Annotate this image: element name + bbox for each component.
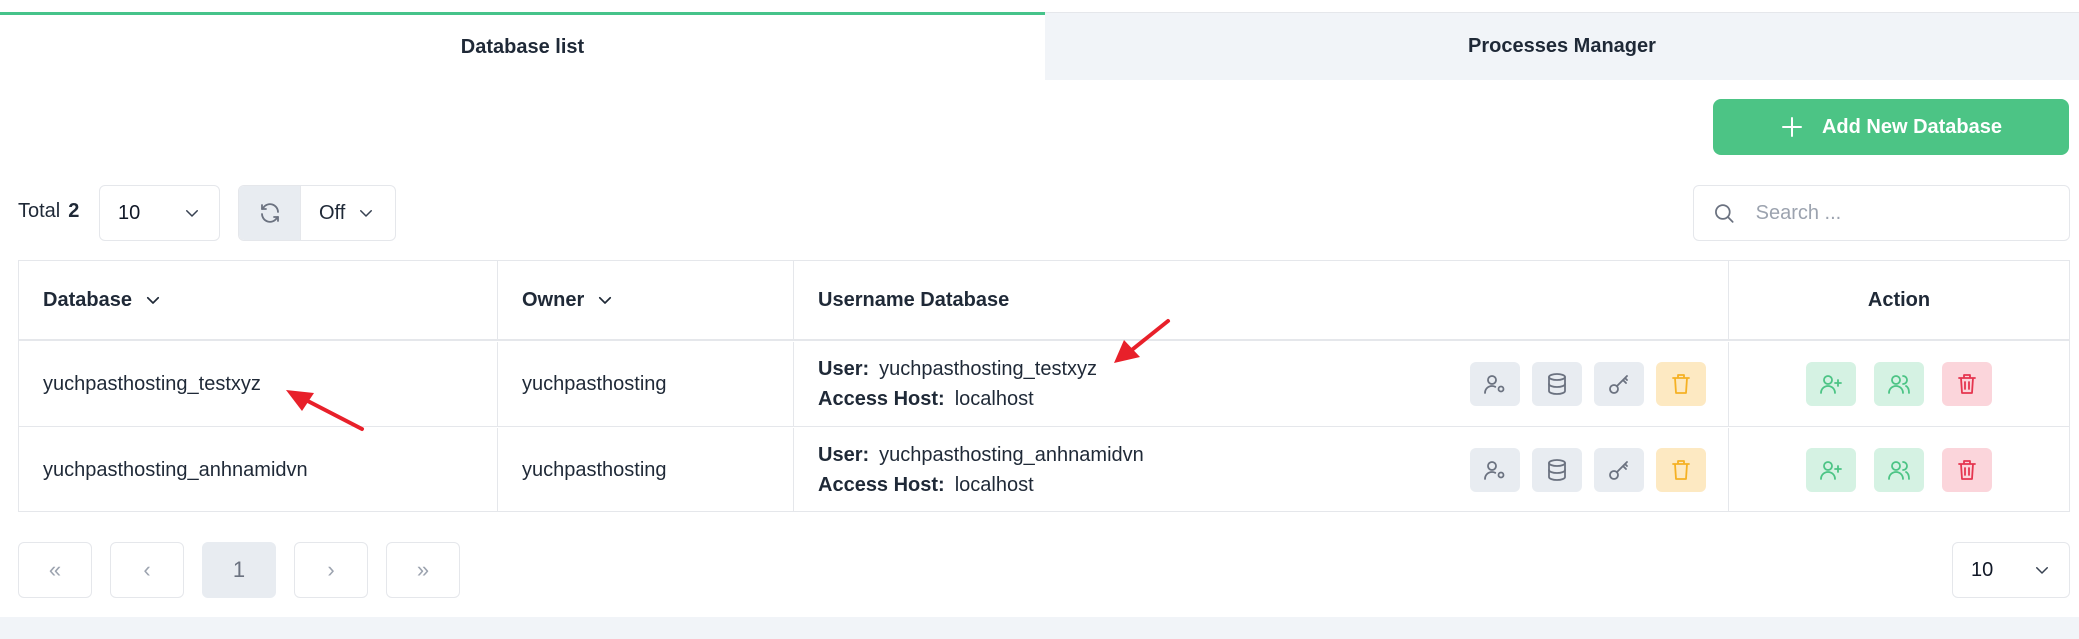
host-value: localhost — [954, 388, 1034, 410]
user-value: yuchpasthosting_testxyz — [879, 358, 1098, 380]
tab-database-list[interactable]: Database list — [0, 12, 1045, 80]
database-button[interactable] — [1532, 362, 1582, 406]
user-plus-icon — [1820, 375, 1842, 394]
user-settings-icon — [1484, 375, 1505, 394]
user-actions — [1470, 362, 1706, 406]
add-user-button[interactable] — [1806, 448, 1856, 492]
current-page-button[interactable]: 1 — [202, 542, 276, 598]
key-icon — [1609, 461, 1628, 480]
users-icon — [1888, 375, 1910, 394]
user-plus-icon — [1820, 461, 1842, 480]
header-database[interactable]: Database — [19, 261, 498, 339]
trash-icon — [1958, 460, 1976, 480]
action-cell — [1729, 428, 2069, 512]
add-new-database-label: Add New Database — [1821, 115, 2003, 138]
database-button[interactable] — [1532, 448, 1582, 492]
delete-user-button[interactable] — [1656, 362, 1706, 406]
table-header-row: Database Owner Username Database Action — [19, 261, 2069, 341]
add-new-database-button[interactable]: Add New Database — [1713, 99, 2069, 155]
chevron-down-icon — [360, 210, 372, 217]
trash-icon — [1958, 374, 1976, 394]
delete-user-button[interactable] — [1656, 448, 1706, 492]
change-password-button[interactable] — [1594, 448, 1644, 492]
header-username: Username Database — [794, 261, 1729, 339]
chevron-down-icon — [146, 296, 160, 304]
username-cell: User: yuchpasthosting_anhnamidvn Access H… — [794, 428, 1729, 512]
chevron-down-icon — [186, 210, 198, 217]
page: Database list Processes Manager Add New … — [0, 0, 2079, 617]
owner-cell: yuchpasthosting — [498, 342, 794, 426]
database-icon — [1548, 373, 1566, 395]
per-page-select[interactable]: 10 — [99, 185, 220, 241]
host-value: localhost — [954, 474, 1034, 496]
chevron-down-icon — [599, 296, 612, 304]
user-info: User: yuchpasthosting_anhnamidvn Access H… — [818, 440, 1144, 500]
next-page-button[interactable]: › — [294, 542, 368, 598]
auto-refresh-control: Off — [238, 185, 396, 241]
user-settings-button[interactable] — [1470, 448, 1520, 492]
database-name-cell: yuchpasthosting_testxyz — [19, 342, 498, 426]
header-username-label: Username Database — [818, 288, 1010, 311]
page-size-select[interactable]: 10 — [1952, 542, 2070, 598]
user-label: User: — [818, 444, 870, 466]
header-action-label: Action — [1867, 288, 1931, 311]
table-row: yuchpasthosting_anhnamidvn yuchpasthosti… — [19, 428, 2069, 512]
delete-database-button[interactable] — [1942, 448, 1992, 492]
per-page-value: 10 — [118, 201, 141, 224]
plus-icon — [1781, 117, 1802, 137]
key-icon — [1609, 375, 1628, 394]
refresh-icon — [260, 203, 279, 223]
change-password-button[interactable] — [1594, 362, 1644, 406]
tab-processes-manager[interactable]: Processes Manager — [1045, 12, 2079, 80]
add-user-button[interactable] — [1806, 362, 1856, 406]
database-name-cell: yuchpasthosting_anhnamidvn — [19, 428, 498, 512]
user-actions — [1470, 448, 1706, 492]
host-label: Access Host: — [818, 388, 945, 410]
total-value: 2 — [68, 200, 80, 222]
header-action: Action — [1729, 261, 2069, 339]
first-page-button[interactable]: « — [18, 542, 92, 598]
user-label: User: — [818, 358, 870, 380]
header-owner-label: Owner — [522, 288, 585, 311]
delete-database-button[interactable] — [1942, 362, 1992, 406]
search-input[interactable] — [1755, 201, 2051, 225]
action-cell — [1729, 342, 2069, 426]
user-info: User: yuchpasthosting_testxyz Access Host… — [818, 354, 1097, 414]
username-cell: User: yuchpasthosting_testxyz Access Host… — [794, 342, 1729, 426]
user-value: yuchpasthosting_anhnamidvn — [879, 444, 1144, 466]
database-icon — [1548, 459, 1566, 481]
user-settings-icon — [1484, 461, 1505, 480]
prev-page-button[interactable]: ‹ — [110, 542, 184, 598]
tab-bar: Database list Processes Manager — [0, 12, 2079, 80]
host-label: Access Host: — [818, 474, 945, 496]
chevron-down-icon — [2036, 567, 2048, 574]
table-row: yuchpasthosting_testxyz yuchpasthosting … — [19, 342, 2069, 427]
auto-refresh-value: Off — [319, 201, 346, 224]
total-count: Total 2 — [18, 200, 79, 223]
users-icon — [1888, 461, 1910, 480]
pagination: « ‹ 1 › » — [18, 542, 460, 598]
refresh-button[interactable] — [239, 186, 301, 240]
manage-users-button[interactable] — [1874, 448, 1924, 492]
search-box — [1693, 185, 2070, 241]
manage-users-button[interactable] — [1874, 362, 1924, 406]
header-database-label: Database — [43, 288, 132, 311]
page-size-value: 10 — [1971, 558, 1994, 581]
search-icon — [1715, 204, 1734, 223]
database-table: Database Owner Username Database Action … — [18, 260, 2070, 512]
owner-cell: yuchpasthosting — [498, 428, 794, 512]
header-owner[interactable]: Owner — [498, 261, 794, 339]
user-settings-button[interactable] — [1470, 362, 1520, 406]
auto-refresh-select[interactable]: Off — [301, 186, 395, 240]
total-label: Total — [18, 200, 61, 222]
trash-icon — [1672, 460, 1690, 480]
trash-icon — [1672, 374, 1690, 394]
last-page-button[interactable]: » — [386, 542, 460, 598]
